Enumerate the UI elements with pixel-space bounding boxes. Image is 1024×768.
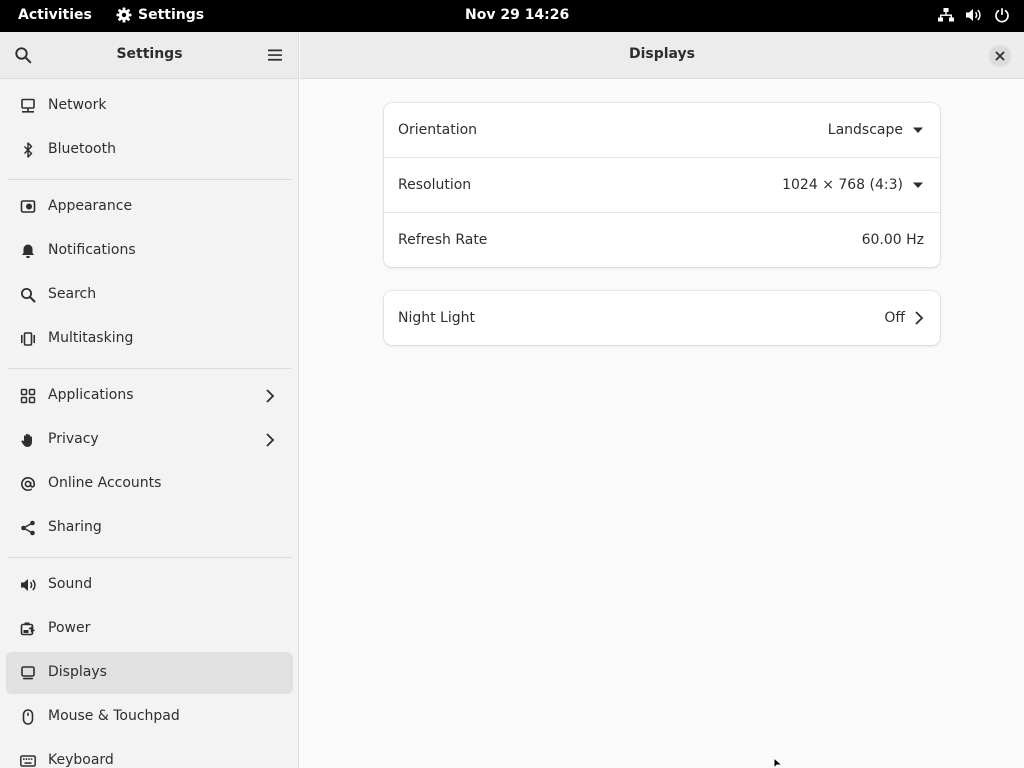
sidebar-header: Settings bbox=[0, 32, 298, 79]
activities-button[interactable]: Activities bbox=[18, 7, 92, 23]
refresh-rate-value: 60.00 Hz bbox=[861, 232, 924, 248]
appearance-icon bbox=[19, 198, 37, 216]
sidebar-item-network[interactable]: Network bbox=[6, 85, 293, 127]
sidebar-item-bluetooth[interactable]: Bluetooth bbox=[6, 129, 293, 171]
orientation-dropdown[interactable]: Landscape bbox=[828, 122, 924, 138]
sidebar-item-keyboard[interactable]: Keyboard bbox=[6, 740, 293, 768]
sidebar-item-label: Multitasking bbox=[48, 330, 134, 346]
hamburger-menu-button[interactable] bbox=[267, 47, 283, 67]
close-icon bbox=[995, 51, 1005, 61]
sidebar-item-label: Keyboard bbox=[48, 752, 114, 768]
resolution-row[interactable]: Resolution 1024 × 768 (4:3) bbox=[384, 158, 940, 213]
sidebar: Settings Network Bluetooth Appearance No… bbox=[0, 32, 299, 768]
app-name: Settings bbox=[138, 7, 205, 23]
refresh-rate-row: Refresh Rate 60.00 Hz bbox=[384, 213, 940, 267]
sidebar-item-label: Sound bbox=[48, 576, 93, 592]
dropdown-arrow-icon bbox=[913, 182, 923, 188]
sidebar-item-label: Network bbox=[48, 97, 107, 113]
resolution-label: Resolution bbox=[398, 177, 472, 193]
hamburger-icon bbox=[268, 49, 282, 61]
divider bbox=[8, 557, 292, 558]
sidebar-item-label: Sharing bbox=[48, 519, 102, 535]
sidebar-item-label: Privacy bbox=[48, 431, 99, 447]
bell-icon bbox=[19, 242, 37, 260]
sidebar-item-appearance[interactable]: Appearance bbox=[6, 186, 293, 228]
page-title: Displays bbox=[628, 46, 696, 62]
sidebar-title: Settings bbox=[116, 46, 183, 62]
sidebar-item-power[interactable]: Power bbox=[6, 608, 293, 650]
orientation-row[interactable]: Orientation Landscape bbox=[384, 103, 940, 158]
search-icon bbox=[19, 286, 37, 304]
sidebar-item-sound[interactable]: Sound bbox=[6, 564, 293, 606]
content-header: Displays bbox=[300, 32, 1024, 79]
sidebar-item-label: Displays bbox=[48, 664, 107, 680]
night-light-card: Night Light Off bbox=[384, 291, 940, 345]
sidebar-item-applications[interactable]: Applications bbox=[6, 375, 293, 417]
speaker-icon bbox=[19, 576, 37, 594]
gear-icon bbox=[116, 7, 132, 23]
sidebar-item-label: Applications bbox=[48, 387, 134, 403]
keyboard-icon bbox=[19, 752, 37, 768]
divider bbox=[8, 179, 292, 180]
sidebar-item-label: Online Accounts bbox=[48, 475, 162, 491]
sidebar-item-multitasking[interactable]: Multitasking bbox=[6, 318, 293, 360]
hand-icon bbox=[19, 431, 37, 449]
sidebar-item-label: Search bbox=[48, 286, 97, 302]
resolution-dropdown[interactable]: 1024 × 768 (4:3) bbox=[782, 177, 924, 193]
sidebar-item-mouse-touchpad[interactable]: Mouse & Touchpad bbox=[6, 696, 293, 738]
mouse-cursor bbox=[773, 756, 785, 768]
sidebar-item-search[interactable]: Search bbox=[6, 274, 293, 316]
night-light-value: Off bbox=[884, 310, 905, 326]
refresh-rate-label: Refresh Rate bbox=[398, 232, 488, 248]
sidebar-item-sharing[interactable]: Sharing bbox=[6, 507, 293, 549]
chevron-right-icon bbox=[915, 311, 924, 325]
applications-icon bbox=[19, 387, 37, 405]
bluetooth-icon bbox=[19, 141, 37, 159]
multitasking-icon bbox=[19, 330, 37, 348]
sidebar-item-privacy[interactable]: Privacy bbox=[6, 419, 293, 461]
sidebar-item-label: Notifications bbox=[48, 242, 136, 258]
orientation-value: Landscape bbox=[827, 122, 903, 138]
top-bar: Activities Settings Nov 29 14:26 bbox=[0, 0, 1024, 32]
battery-icon bbox=[19, 620, 37, 638]
wired-network-icon bbox=[938, 7, 954, 23]
at-icon bbox=[19, 475, 37, 493]
sidebar-item-label: Appearance bbox=[48, 198, 133, 214]
dropdown-arrow-icon bbox=[913, 127, 923, 133]
system-menu[interactable] bbox=[938, 7, 1010, 23]
chevron-right-icon bbox=[263, 388, 277, 408]
mouse-icon bbox=[19, 708, 37, 726]
sidebar-item-label: Power bbox=[48, 620, 91, 636]
display-settings-card: Orientation Landscape Resolution 1024 × … bbox=[384, 103, 940, 267]
night-light-status: Off bbox=[884, 310, 924, 326]
night-light-row[interactable]: Night Light Off bbox=[384, 291, 940, 345]
app-menu[interactable]: Settings bbox=[116, 7, 204, 23]
sidebar-item-online-accounts[interactable]: Online Accounts bbox=[6, 463, 293, 505]
sidebar-item-displays[interactable]: Displays bbox=[6, 652, 293, 694]
sidebar-item-label: Bluetooth bbox=[48, 141, 116, 157]
resolution-value: 1024 × 768 (4:3) bbox=[782, 177, 903, 193]
sidebar-item-notifications[interactable]: Notifications bbox=[6, 230, 293, 272]
power-icon bbox=[994, 7, 1010, 23]
close-window-button[interactable] bbox=[989, 45, 1011, 67]
display-icon bbox=[19, 664, 37, 682]
sidebar-item-label: Mouse & Touchpad bbox=[48, 708, 180, 724]
volume-icon bbox=[965, 7, 983, 23]
night-light-label: Night Light bbox=[398, 310, 475, 326]
chevron-right-icon bbox=[263, 432, 277, 452]
clock[interactable]: Nov 29 14:26 bbox=[465, 7, 569, 23]
divider bbox=[8, 368, 292, 369]
orientation-label: Orientation bbox=[398, 122, 478, 138]
network-icon bbox=[19, 97, 37, 115]
share-icon bbox=[19, 519, 37, 537]
